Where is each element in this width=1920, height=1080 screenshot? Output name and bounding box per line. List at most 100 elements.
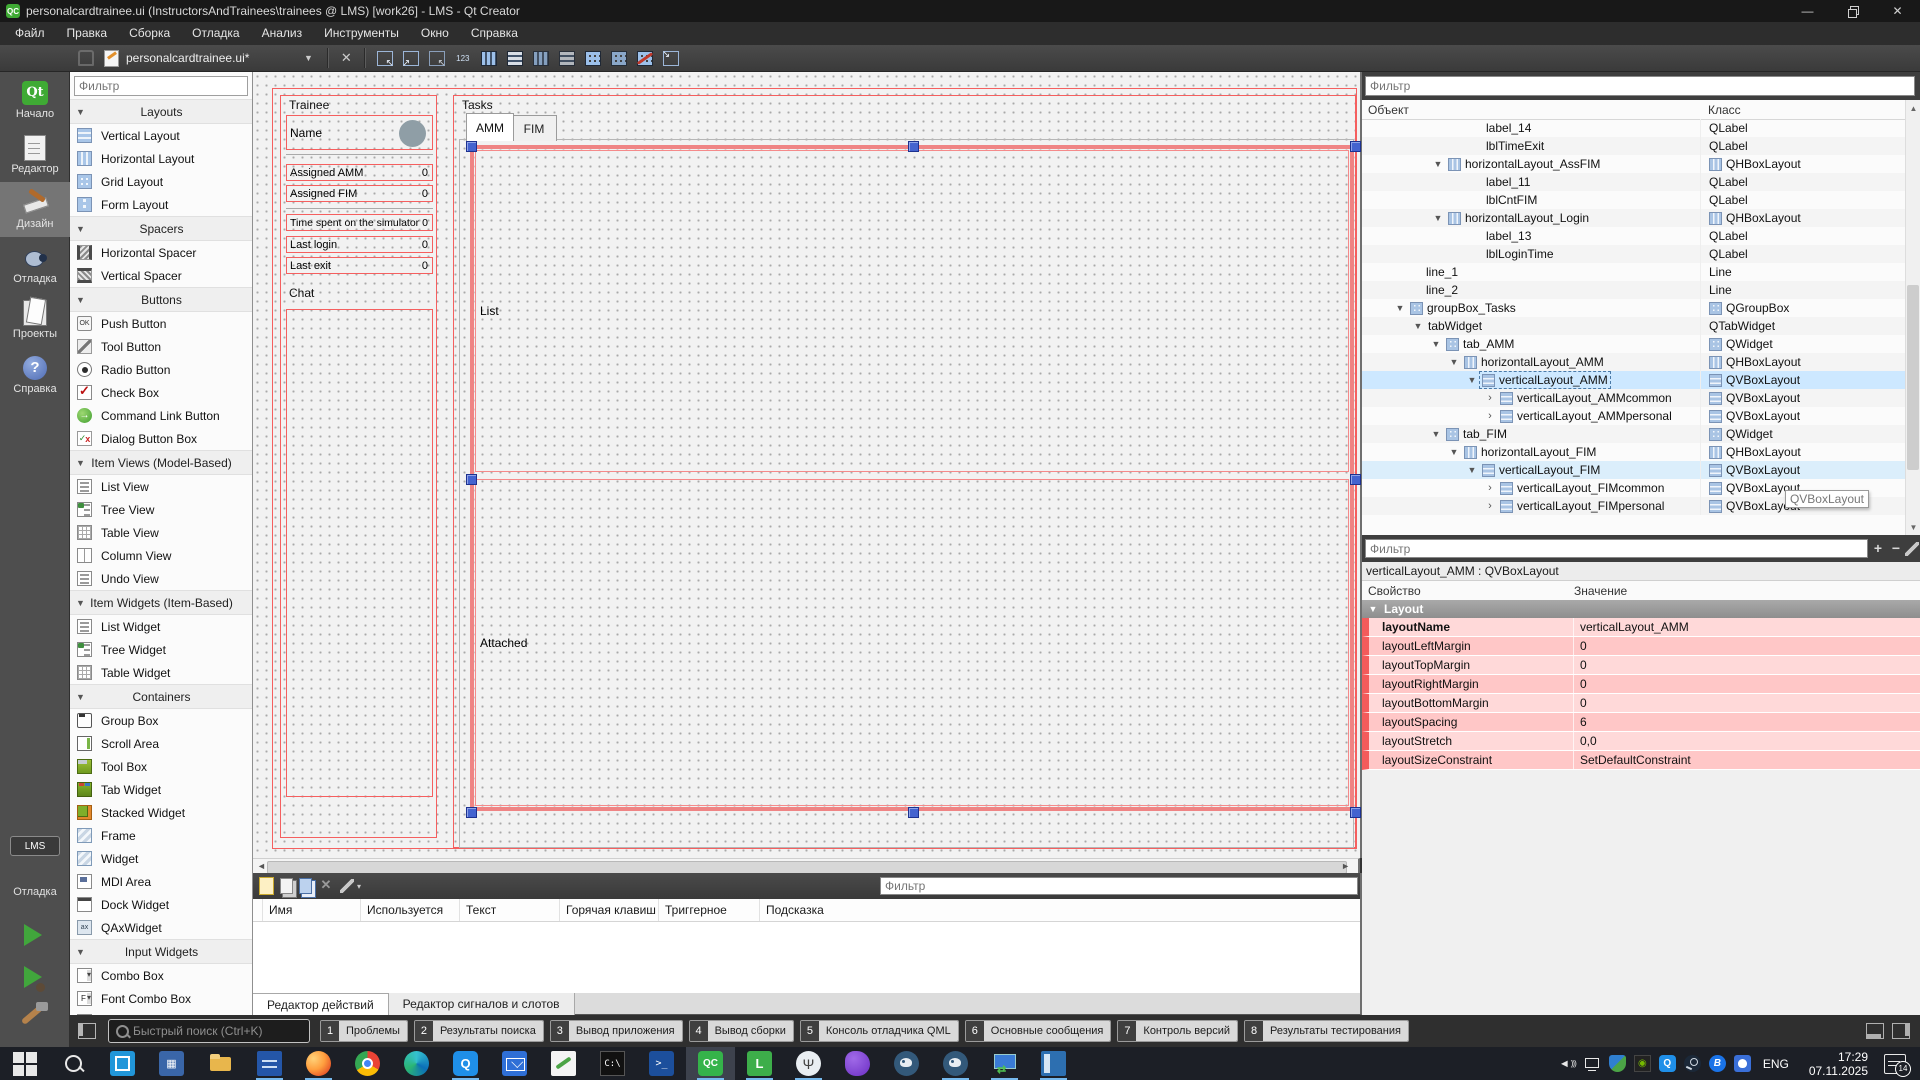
property-value[interactable]: 0,0 [1574,732,1920,750]
widget-box-item[interactable]: Scroll Area [70,732,253,755]
widget-box-section-header[interactable]: ▼Item Views (Model-Based) [70,450,253,475]
taskbar-mail[interactable] [490,1047,539,1080]
mode-debug[interactable]: Отладка [0,237,70,292]
tree-row-name-cell[interactable]: ▼horizontalLayout_Login [1362,209,1700,227]
property-row[interactable]: layoutTopMargin0 [1362,656,1920,675]
widget-box-item[interactable]: Font Combo Box [70,987,253,1010]
chevron-down-icon[interactable]: ▼ [1447,357,1461,367]
mode-projects[interactable]: Проекты [0,292,70,347]
scroll-right-icon[interactable]: ► [1341,861,1350,871]
action-column-header[interactable]: Текст [459,899,559,921]
widget-box-item[interactable]: List Widget [70,615,253,638]
layout-vertical-splitter-button[interactable] [556,48,578,68]
property-value[interactable]: 0 [1574,656,1920,674]
tree-row-name-cell[interactable]: ›verticalLayout_AMMcommon [1362,389,1700,407]
chevron-right-icon[interactable]: › [1483,482,1497,494]
adjust-size-button[interactable] [660,48,682,68]
object-tree-row[interactable]: ▼tab_AMMQWidget [1362,335,1905,353]
object-inspector-filter-input[interactable] [1365,76,1915,96]
layout-property-group[interactable]: ▼ Layout [1362,600,1920,618]
property-value[interactable]: verticalLayout_AMM [1574,618,1920,636]
object-tree-row[interactable]: ▼tabWidgetQTabWidget [1362,317,1905,335]
selection-handle[interactable] [1350,474,1361,485]
run-button[interactable] [24,924,42,946]
edit-tab-order-button[interactable]: 123 [452,48,474,68]
object-tree-row[interactable]: ▼horizontalLayout_LoginQHBoxLayout [1362,209,1905,227]
debug-run-button[interactable] [24,966,42,988]
tree-row-name-cell[interactable]: ▼verticalLayout_AMM [1362,371,1700,389]
object-column-header[interactable]: Объект [1368,100,1409,119]
property-value[interactable]: 6 [1574,713,1920,731]
action-column-header[interactable]: Используется [360,899,459,921]
tab-fim[interactable]: FIM [512,115,557,141]
widget-box-filter-input[interactable] [74,76,248,96]
widget-box-item[interactable]: Tab Widget [70,778,253,801]
time-spent-row[interactable]: Time spent on the simulator 0 [286,214,433,231]
selection-handle[interactable] [908,807,919,818]
taskbar-database-app[interactable] [245,1047,294,1080]
tree-row-name-cell[interactable]: ›verticalLayout_FIMcommon [1362,479,1700,497]
widget-box-item[interactable]: Table View [70,521,253,544]
menu-item-Анализ[interactable]: Анализ [251,22,314,45]
widget-box-section-header[interactable]: ▼Buttons [70,287,253,312]
taskbar-postgresql[interactable] [882,1047,931,1080]
chevron-down-icon[interactable]: ▼ [1393,303,1407,313]
output-pane-button[interactable]: 2Результаты поиска [414,1020,544,1042]
object-tree-row[interactable]: lblCntFIMQLabel [1362,191,1905,209]
taskbar-purple-app[interactable] [833,1047,882,1080]
taskbar-start[interactable] [0,1047,49,1080]
tree-row-name-cell[interactable]: ▼horizontalLayout_FIM [1362,443,1700,461]
taskbar-edge[interactable] [392,1047,441,1080]
widget-box-section-header[interactable]: ▼Layouts [70,99,253,124]
widget-box-item[interactable]: Group Box [70,709,253,732]
widget-box-section-header[interactable]: ▼Spacers [70,216,253,241]
last-login-row[interactable]: Last login 0 [286,236,433,253]
taskbar-remote-desktop[interactable] [980,1047,1029,1080]
taskbar-qt-creator[interactable]: QC [686,1047,735,1080]
output-pane-button[interactable]: 3Вывод приложения [550,1020,683,1042]
taskbar-lms-app[interactable]: L [735,1047,784,1080]
volume-tray-icon[interactable] [1559,1055,1576,1072]
widget-box-item[interactable]: Tool Button [70,335,253,358]
selection-handle[interactable] [466,141,477,152]
tab-active[interactable]: Редактор действий [253,993,389,1016]
object-tree-scrollbar[interactable]: ▲ ▼ [1905,100,1920,535]
tree-row-name-cell[interactable]: ▼groupBox_Tasks [1362,299,1700,317]
canvas-horizontal-scrollbar[interactable]: ◄ ► [253,858,1360,873]
widget-box-item[interactable]: Column View [70,544,253,567]
widget-box-item[interactable]: Frame [70,824,253,847]
close-button[interactable]: ✕ [1875,0,1920,22]
taskbar-notes-app[interactable] [539,1047,588,1080]
taskbar-postgresql-2[interactable] [931,1047,980,1080]
name-row-widget[interactable]: Name [286,115,433,150]
object-tree-row[interactable]: ▼tab_FIMQWidget [1362,425,1905,443]
class-column-header[interactable]: Класс [1708,100,1741,119]
taskbar-search[interactable] [49,1047,98,1080]
output-pane-button[interactable]: 7Контроль версий [1117,1020,1238,1042]
object-tree-row[interactable]: ▼verticalLayout_AMMQVBoxLayout [1362,371,1905,389]
edit-signals-slots-button[interactable] [400,48,422,68]
close-document-button[interactable]: ✕ [335,50,358,66]
menu-item-Окно[interactable]: Окно [410,22,460,45]
object-tree-row[interactable]: ▼horizontalLayout_AMMQHBoxLayout [1362,353,1905,371]
tree-row-name-cell[interactable]: ▼tab_AMM [1362,335,1700,353]
tree-row-name-cell[interactable]: ▼horizontalLayout_AMM [1362,353,1700,371]
widget-box-section-header[interactable]: ▼Input Widgets [70,939,253,964]
taskbar-powershell[interactable]: >_ [637,1047,686,1080]
delete-action-icon[interactable]: ✕ [318,877,334,895]
edit-buddies-button[interactable] [426,48,448,68]
mode-edit[interactable]: Редактор [0,127,70,182]
chevron-right-icon[interactable]: › [1483,500,1497,512]
restore-button[interactable] [1830,0,1875,22]
property-row[interactable]: layoutSizeConstraintSetDefaultConstraint [1362,751,1920,770]
widget-box-item[interactable]: Horizontal Spacer [70,241,253,264]
property-filter-input[interactable] [1365,539,1868,558]
defender-tray-icon[interactable] [1609,1055,1626,1072]
break-layout-button[interactable] [634,48,656,68]
object-tree-row[interactable]: ▼horizontalLayout_AssFIMQHBoxLayout [1362,155,1905,173]
scroll-left-icon[interactable]: ◄ [257,861,266,871]
remove-dynamic-property-button[interactable]: − [1888,540,1904,556]
scroll-up-icon[interactable]: ▲ [1906,100,1920,116]
tree-row-name-cell[interactable]: label_14 [1362,119,1700,137]
tree-row-name-cell[interactable]: ›verticalLayout_AMMpersonal [1362,407,1700,425]
